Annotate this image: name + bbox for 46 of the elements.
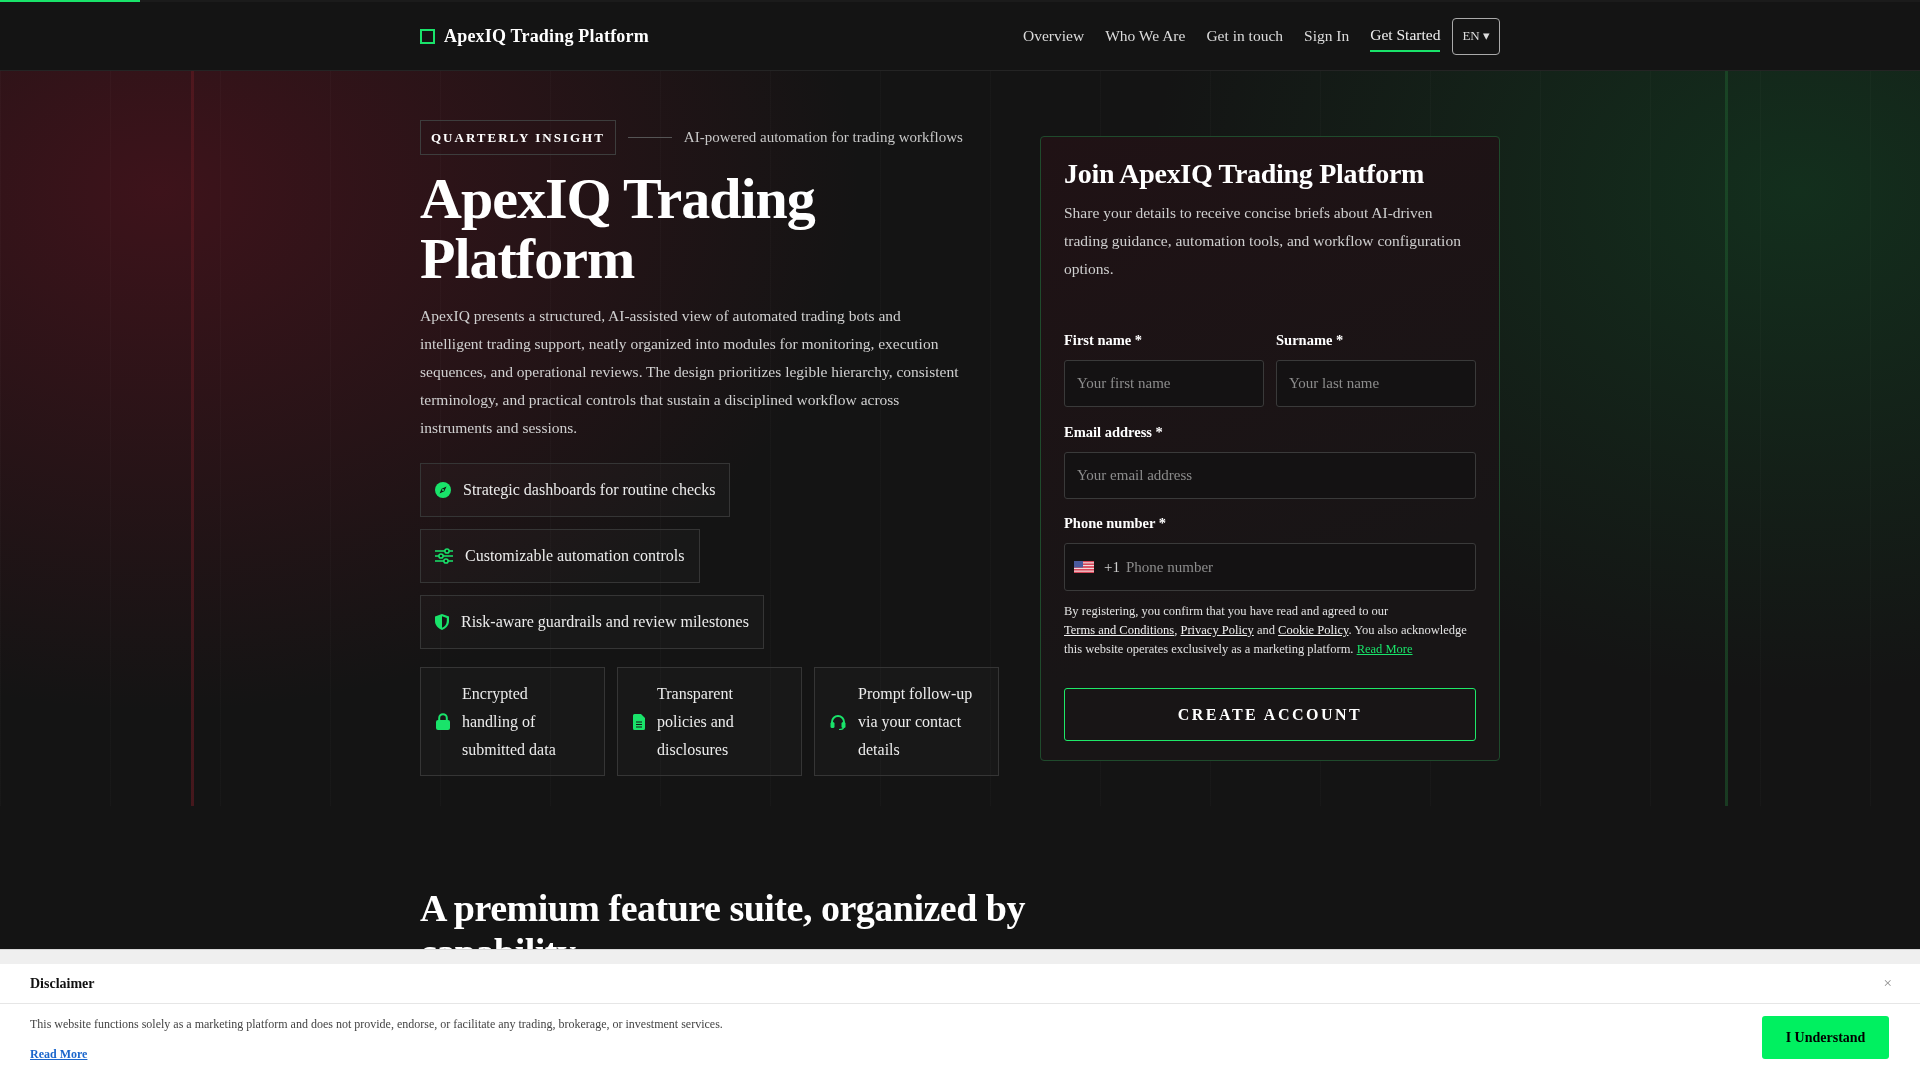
understand-button[interactable]: I Understand (1762, 1016, 1889, 1059)
dial-code[interactable]: +1 (1104, 558, 1120, 576)
flag-icon[interactable] (1074, 561, 1094, 573)
field-label: Email address * (1064, 423, 1163, 442)
nav-link[interactable]: Get in touch (1206, 21, 1283, 51)
shield-icon (435, 614, 449, 630)
read-more-link[interactable]: Read More (30, 1045, 88, 1063)
tagline: AI-powered automation for trading workflows (683, 129, 963, 146)
form-title: Join ApexIQ Trading Platform (1064, 157, 1426, 191)
nav-link[interactable]: Who We Are (1105, 21, 1186, 51)
hero-intro: ApexIQ presents a structured, AI-assisted view of automated trading bots and intelligent trading support, neatly organized into modules for monitoring, execution sequences, and operational reviews. The design prioritizes legible hierarchy, consistent terminology, and practical controls that sustain a disciplined workflow across instruments and sessions. (420, 306, 960, 438)
phone-field[interactable]: +1 Phone number (1064, 543, 1476, 591)
nav-link[interactable]: Overview (1023, 21, 1085, 51)
disclaimer-title: Disclaimer (30, 975, 95, 992)
disclaimer-text: This website functions solely as a marketing platform and does not provide, endorse, or facilitate any trading, brokerage, or investment services. (30, 1016, 723, 1033)
name-field[interactable]: Your first name (1064, 360, 1264, 407)
assurance-text: Transparent policies and disclosures (657, 683, 735, 760)
feature-text: Risk-aware guardrails and review milestones (461, 613, 749, 631)
legal-text: By registering, you confirm that you have read and agreed to our Terms and Conditions, Privacy Policy and Cookie Policy. You also acknowledge this website operates exclusively as a marketing platform. Read More (1064, 603, 1468, 658)
eyebrow-label: QUARTERLY INSIGHT (420, 120, 616, 155)
read-more-link[interactable]: Read More (1356, 642, 1413, 656)
square-logo-icon (420, 28, 435, 44)
assurance-text: Prompt follow-up via your contact details (858, 683, 974, 760)
hero-title: ApexIQ Trading Platform (420, 169, 816, 289)
document-icon (633, 713, 645, 730)
create-account-button[interactable]: CREATE ACCOUNT (1064, 688, 1476, 741)
headset-icon (830, 713, 846, 730)
field-label: Phone number * (1064, 514, 1167, 533)
close-button[interactable]: × (1883, 975, 1892, 992)
feature-text: Strategic dashboards for routine checks (463, 481, 716, 499)
get-started-link[interactable]: Get Started (1370, 20, 1441, 52)
name-field[interactable]: Your last name (1276, 360, 1476, 407)
lock-icon (436, 713, 450, 730)
feature-text: Customizable automation controls (465, 547, 685, 565)
phone-input[interactable]: Phone number (1125, 544, 1475, 590)
field-label: First name * (1064, 331, 1143, 350)
site-logo-text[interactable]: ApexIQ Trading Platform (444, 25, 649, 47)
compass-icon (435, 482, 451, 498)
field-label: Surname * (1276, 331, 1344, 350)
policy-link[interactable]: Privacy Policy (1180, 623, 1254, 637)
assurance-text: Encrypted handling of submitted data (462, 683, 557, 760)
nav-link[interactable]: Sign In (1304, 21, 1350, 51)
sliders-icon (435, 548, 453, 564)
email-field[interactable]: Your email address (1064, 452, 1476, 499)
form-description: Share your details to receive concise briefs about AI-driven trading guidance, automation tools, and workflow configuration options. (1064, 203, 1462, 279)
language-selector[interactable]: EN ▾ (1452, 17, 1500, 55)
